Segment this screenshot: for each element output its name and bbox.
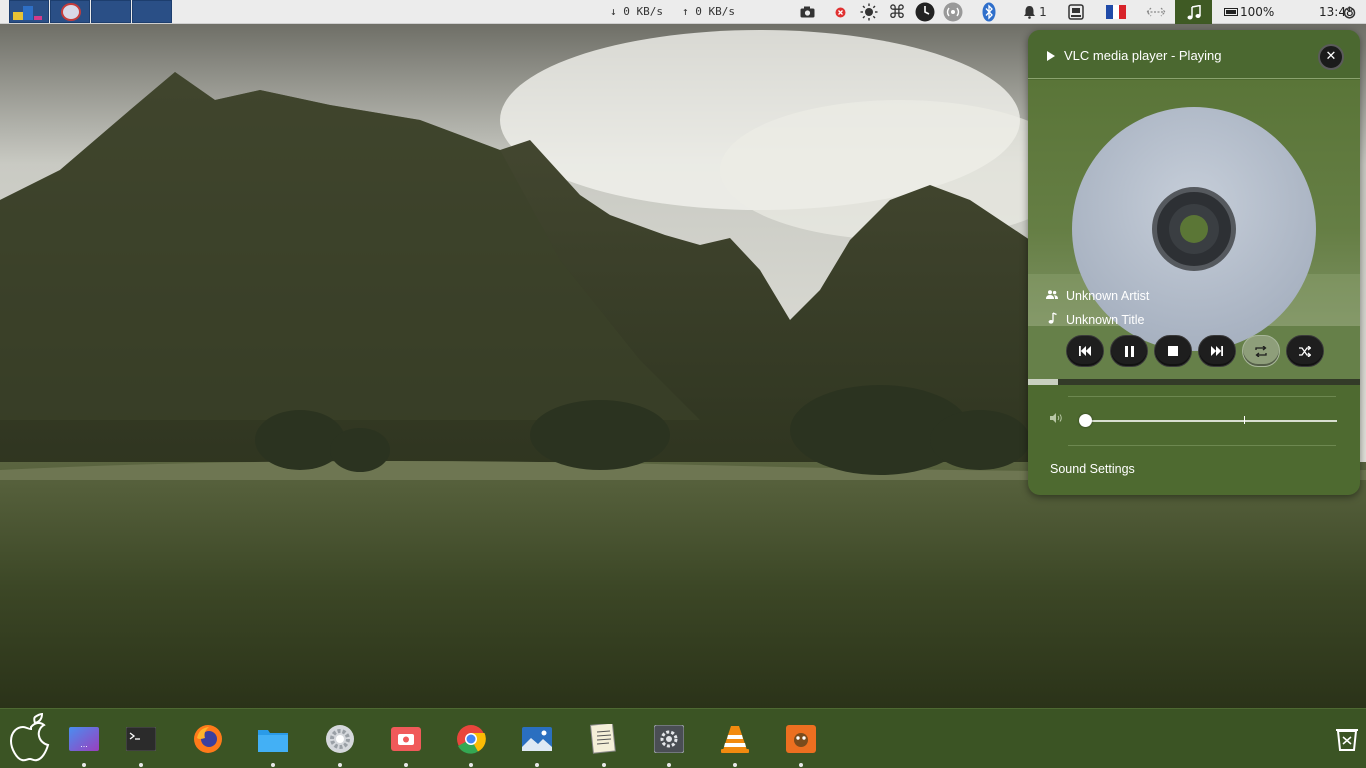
battery-icon bbox=[1224, 8, 1238, 16]
network-arrows-icon[interactable] bbox=[1144, 2, 1168, 22]
bluetooth-icon[interactable] bbox=[979, 2, 999, 22]
running-indicator bbox=[82, 763, 86, 767]
window-thumb bbox=[34, 16, 42, 20]
firefox-icon[interactable] bbox=[192, 723, 224, 755]
wireless-icon[interactable] bbox=[942, 2, 964, 22]
gimp-icon[interactable] bbox=[785, 723, 817, 767]
command-icon[interactable]: ⌘ bbox=[887, 2, 907, 23]
camera-icon[interactable] bbox=[797, 2, 817, 22]
running-indicator bbox=[733, 763, 737, 767]
battery-percent: 100% bbox=[1240, 5, 1275, 19]
previous-button[interactable] bbox=[1066, 335, 1104, 367]
chrome-icon[interactable] bbox=[455, 723, 487, 767]
shuffle-button[interactable] bbox=[1286, 335, 1324, 367]
files-folder-icon[interactable] bbox=[257, 723, 289, 767]
running-indicator bbox=[535, 763, 539, 767]
image-viewer-icon[interactable] bbox=[521, 723, 553, 767]
playback-controls bbox=[1066, 335, 1324, 367]
system-settings-icon[interactable] bbox=[653, 723, 685, 767]
app-launcher-icon[interactable]: ... bbox=[68, 723, 100, 767]
settings-gear-icon[interactable] bbox=[324, 723, 356, 767]
stop-button[interactable] bbox=[1154, 335, 1192, 367]
notification-count: 1 bbox=[1039, 5, 1047, 19]
running-indicator bbox=[139, 763, 143, 767]
clock-icon[interactable] bbox=[914, 2, 936, 22]
media-player-popup: VLC media player - Playing ✕ Unknown Art… bbox=[1028, 30, 1360, 495]
apple-logo-launcher-icon[interactable] bbox=[8, 712, 54, 765]
vlc-icon[interactable] bbox=[719, 723, 751, 767]
dock: ... bbox=[0, 708, 1366, 768]
running-indicator bbox=[602, 763, 606, 767]
pause-icon bbox=[1124, 345, 1134, 357]
play-state-icon bbox=[1047, 51, 1055, 61]
sound-settings-link[interactable]: Sound Settings bbox=[1050, 462, 1135, 476]
window-thumb bbox=[13, 12, 23, 20]
divider bbox=[1068, 396, 1336, 397]
running-indicator bbox=[469, 763, 473, 767]
battery-indicator[interactable]: 100% bbox=[1224, 5, 1274, 19]
volume-icon[interactable] bbox=[1050, 412, 1064, 426]
net-upload-speed: ↑ 0 KB/s bbox=[682, 5, 735, 18]
window-thumb bbox=[61, 3, 81, 21]
brightness-icon[interactable] bbox=[859, 2, 879, 22]
artist-name: Unknown Artist bbox=[1066, 289, 1150, 303]
drive-icon[interactable] bbox=[1066, 2, 1086, 22]
power-icon[interactable] bbox=[1340, 2, 1358, 22]
notification-bell-icon[interactable]: 1 bbox=[1022, 2, 1048, 22]
repeat-button[interactable] bbox=[1242, 335, 1280, 367]
trash-icon[interactable] bbox=[1336, 727, 1358, 751]
workspace-2[interactable] bbox=[50, 0, 90, 23]
net-download-speed: ↓ 0 KB/s bbox=[610, 5, 663, 18]
running-indicator bbox=[667, 763, 671, 767]
skip-back-icon bbox=[1079, 346, 1091, 356]
running-indicator bbox=[799, 763, 803, 767]
pause-button[interactable] bbox=[1110, 335, 1148, 367]
next-button[interactable] bbox=[1198, 335, 1236, 367]
artist-row: Unknown Artist bbox=[1046, 289, 1149, 303]
workspace-switcher bbox=[9, 0, 172, 23]
top-panel: ↓ 0 KB/s ↑ 0 KB/s ⌘ 1 100% 13:48 bbox=[0, 0, 1366, 24]
cd-ring bbox=[1152, 187, 1236, 271]
music-note-icon[interactable] bbox=[1175, 0, 1212, 24]
keyboard-layout-flag[interactable] bbox=[1106, 2, 1127, 22]
popup-header: VLC media player - Playing ✕ bbox=[1028, 30, 1360, 79]
window-thumb bbox=[23, 6, 33, 20]
cd-inner bbox=[1169, 204, 1219, 254]
close-button[interactable]: ✕ bbox=[1318, 44, 1344, 70]
volume-slider-handle[interactable] bbox=[1079, 414, 1092, 427]
running-indicator bbox=[338, 763, 342, 767]
terminal-icon[interactable] bbox=[125, 723, 157, 767]
music-note-small-icon bbox=[1046, 312, 1058, 327]
skip-forward-icon bbox=[1211, 346, 1223, 356]
cd-hole bbox=[1180, 215, 1208, 243]
workspace-1[interactable] bbox=[9, 0, 49, 23]
running-indicator bbox=[271, 763, 275, 767]
svg-text:...: ... bbox=[80, 740, 88, 749]
volume-100-mark bbox=[1244, 416, 1245, 424]
shuffle-icon bbox=[1299, 345, 1311, 357]
stop-record-icon[interactable] bbox=[832, 2, 848, 22]
playback-progress-bar[interactable] bbox=[1028, 379, 1360, 385]
stop-icon bbox=[1168, 346, 1178, 356]
people-icon bbox=[1046, 290, 1058, 302]
screenshot-camera-icon[interactable] bbox=[390, 723, 422, 767]
progress-fill bbox=[1028, 379, 1058, 385]
track-title: Unknown Title bbox=[1066, 312, 1145, 327]
workspace-3[interactable] bbox=[91, 0, 131, 23]
player-title: VLC media player - Playing bbox=[1064, 48, 1222, 63]
divider bbox=[1068, 445, 1336, 446]
title-row: Unknown Title bbox=[1046, 312, 1145, 327]
running-indicator bbox=[404, 763, 408, 767]
text-editor-icon[interactable] bbox=[588, 723, 620, 767]
volume-slider-track[interactable] bbox=[1084, 420, 1337, 422]
repeat-icon bbox=[1255, 345, 1267, 357]
workspace-4[interactable] bbox=[132, 0, 172, 23]
